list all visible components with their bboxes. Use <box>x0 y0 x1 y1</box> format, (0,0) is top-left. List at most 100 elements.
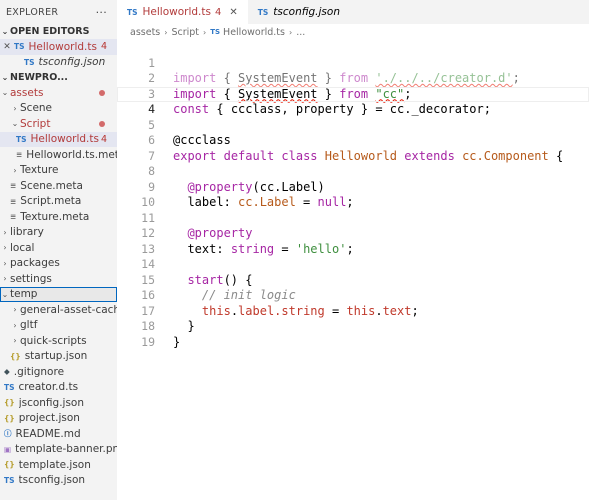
error-dot-icon <box>99 120 105 127</box>
more-actions-icon[interactable]: ··· <box>96 6 107 19</box>
tree-file-creator-d-ts[interactable]: TS creator.d.ts <box>0 380 117 396</box>
breadcrumb-item[interactable]: assets <box>130 27 160 38</box>
close-icon[interactable]: ✕ <box>0 42 14 52</box>
open-editor-tsconfig[interactable]: TS tsconfig.json <box>0 55 117 71</box>
chevron-right-icon: › <box>13 103 17 113</box>
tree-folder-library[interactable]: › library <box>0 225 117 241</box>
tree-file-helloworld-ts[interactable]: TS Helloworld.ts 4 <box>0 131 117 147</box>
error-dot-icon <box>99 89 105 96</box>
tree-file-startup-json[interactable]: {} startup.json <box>0 349 117 365</box>
breadcrumb-item[interactable]: ... <box>296 27 305 38</box>
explorer-sidebar: EXPLORER ··· ⌄ OPEN EDITORS ✕ TS Hellowo… <box>0 0 117 500</box>
tree-file-template-json[interactable]: {} template.json <box>0 457 117 473</box>
tree-file-tsconfig-json[interactable]: TS tsconfig.json <box>0 473 117 489</box>
tree-file-readme-md[interactable]: ⓘ README.md <box>0 426 117 442</box>
tree-item-label: project.json <box>18 412 80 425</box>
json-file-icon: {} <box>4 413 15 423</box>
close-icon[interactable]: ✕ <box>229 7 237 18</box>
chevron-right-icon: › <box>3 227 7 237</box>
chevron-right-icon: › <box>203 27 207 37</box>
tree-item-label: local <box>10 241 35 254</box>
problem-count-badge: 4 <box>100 41 107 53</box>
editor-tab-bar: TS Helloworld.ts 4 ✕ TS tsconfig.json <box>117 0 589 24</box>
tree-item-label: general-asset-caches <box>20 303 117 316</box>
problem-count-badge: 4 <box>214 6 222 18</box>
tab-helloworld-ts[interactable]: TS Helloworld.ts 4 ✕ <box>117 0 248 24</box>
open-editors-section[interactable]: ⌄ OPEN EDITORS <box>0 24 117 39</box>
tree-folder-assets[interactable]: ⌄ assets <box>0 85 117 101</box>
code-line: 18 } <box>117 304 589 349</box>
typescript-file-icon: TS <box>16 134 27 144</box>
line-number: 19 <box>141 334 155 349</box>
code-line: 9 label: cc.Label = null; <box>117 164 589 210</box>
tree-item-label: Scene <box>20 102 53 115</box>
tree-file-jsconfig-json[interactable]: {} jsconfig.json <box>0 395 117 411</box>
tree-file-gitignore[interactable]: ◆ .gitignore <box>0 364 117 380</box>
tree-item-label: template.json <box>18 458 91 471</box>
project-title: NEWPRO... <box>10 72 68 83</box>
chevron-right-icon: › <box>13 320 17 330</box>
typescript-file-icon: TS <box>14 42 25 52</box>
typescript-file-icon: TS <box>210 28 221 36</box>
chevron-right-icon: › <box>164 27 168 37</box>
code-line: 2 import { SystemEvent } from "cc"; <box>117 56 589 101</box>
json-file-icon: {} <box>4 398 15 408</box>
json-file-icon: {} <box>4 460 15 470</box>
code-line: 10 <box>117 180 589 209</box>
open-editor-label: tsconfig.json <box>38 56 106 69</box>
tree-file-scene-meta[interactable]: ≡ Scene.meta <box>0 178 117 194</box>
tree-folder-quick-scripts[interactable]: › quick-scripts <box>0 333 117 349</box>
code-line: 16 this.label.string = this.text; <box>117 273 589 318</box>
tree-item-label: assets <box>10 86 44 99</box>
tree-file-project-json[interactable]: {} project.json <box>0 411 117 427</box>
project-section[interactable]: ⌄ NEWPRO... <box>0 70 117 85</box>
tree-folder-texture[interactable]: › Texture <box>0 163 117 179</box>
code-line: 11 @property <box>117 195 589 241</box>
file-icon: ≡ <box>10 212 17 222</box>
tree-item-label: Script <box>20 117 51 130</box>
file-icon: ≡ <box>10 181 17 191</box>
tree-item-label: Texture.meta <box>20 210 90 223</box>
breadcrumb-item[interactable]: Helloworld.ts <box>223 27 285 38</box>
tree-file-helloworld-meta[interactable]: ≡ Helloworld.ts.meta <box>0 147 117 163</box>
info-icon: ⓘ <box>4 429 12 439</box>
chevron-right-icon: › <box>3 243 7 253</box>
typescript-file-icon: TS <box>127 7 138 17</box>
tree-folder-gltf[interactable]: › gltf <box>0 318 117 334</box>
explorer-title: EXPLORER <box>6 6 59 18</box>
tree-item-label: Script.meta <box>20 195 82 208</box>
code-line: 1 import { SystemEvent } from './../../c… <box>117 40 589 86</box>
tree-item-label: tsconfig.json <box>18 474 86 487</box>
tab-label: tsconfig.json <box>273 6 340 18</box>
file-icon: ≡ <box>10 196 17 206</box>
tab-tsconfig-json[interactable]: TS tsconfig.json <box>248 0 350 24</box>
open-editor-helloworld[interactable]: ✕ TS Helloworld.ts 4 <box>0 39 117 55</box>
chevron-right-icon: › <box>3 274 7 284</box>
tree-item-label: gltf <box>20 319 38 332</box>
tree-item-label: startup.json <box>24 350 88 363</box>
chevron-down-icon: ⌄ <box>1 27 9 36</box>
chevron-down-icon: ⌄ <box>1 73 9 82</box>
git-file-icon: ◆ <box>4 367 10 377</box>
breadcrumb-item[interactable]: Script <box>171 27 199 38</box>
code-editor[interactable]: 1 import { SystemEvent } from './../../c… <box>117 40 589 500</box>
chevron-down-icon: ⌄ <box>1 88 9 98</box>
tree-folder-scene[interactable]: › Scene <box>0 101 117 117</box>
chevron-right-icon: › <box>13 305 17 315</box>
tree-item-label: Helloworld.ts <box>30 133 99 146</box>
tree-folder-temp[interactable]: ⌄ temp <box>0 286 117 302</box>
tree-item-label: quick-scripts <box>20 334 87 347</box>
tree-item-label: packages <box>10 257 60 270</box>
tree-item-label: README.md <box>15 427 81 440</box>
tree-folder-settings[interactable]: › settings <box>0 271 117 287</box>
code-line: 7 <box>117 133 589 163</box>
tree-item-label: .gitignore <box>13 365 65 378</box>
tree-folder-packages[interactable]: › packages <box>0 256 117 272</box>
tree-file-script-meta[interactable]: ≡ Script.meta <box>0 194 117 210</box>
tree-file-texture-meta[interactable]: ≡ Texture.meta <box>0 209 117 225</box>
tree-folder-local[interactable]: › local <box>0 240 117 256</box>
image-file-icon: ▣ <box>4 444 12 454</box>
tree-file-template-banner-png[interactable]: ▣ template-banner.png <box>0 442 117 458</box>
tree-folder-script[interactable]: ⌄ Script <box>0 116 117 132</box>
tree-folder-general-asset-caches[interactable]: › general-asset-caches <box>0 302 117 318</box>
